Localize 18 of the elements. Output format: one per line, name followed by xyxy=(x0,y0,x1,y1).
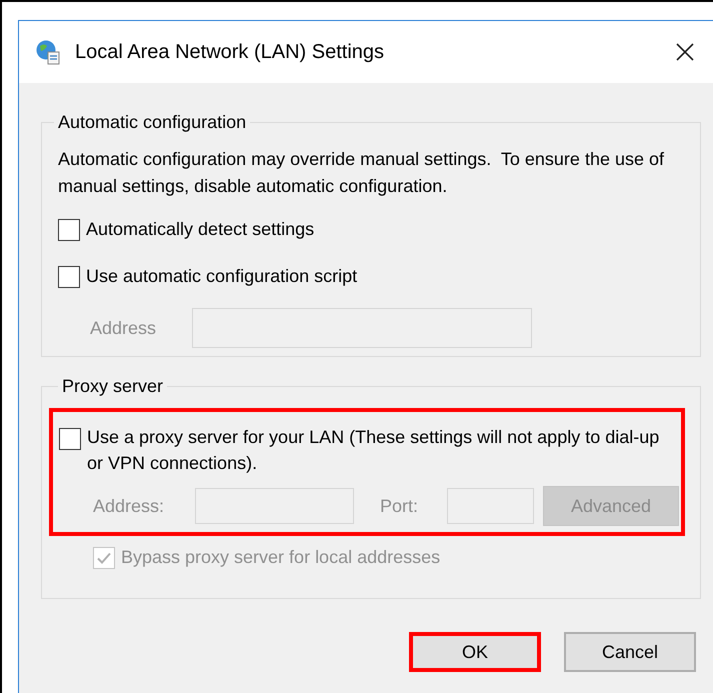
checkbox[interactable] xyxy=(58,266,80,288)
checkbox[interactable] xyxy=(58,218,80,240)
address-label: Address xyxy=(90,316,158,340)
port-label: Port: xyxy=(380,494,420,518)
dialog-button[interactable]: OK xyxy=(409,632,541,672)
group-title: Automatic configuration xyxy=(57,111,248,134)
globe-icon xyxy=(35,39,61,65)
group-title: Proxy server xyxy=(61,375,164,398)
description-text: Automatic configuration may override manual settings. To ensure the use of manual settings, disable automatic configuration. xyxy=(58,148,665,198)
window-title: Local Area Network (LAN) Settings xyxy=(75,40,384,65)
checkbox-label: Use a proxy server for your LAN (These settings will not apply to dial-up or VPN connections). xyxy=(87,426,660,475)
close-icon xyxy=(675,42,695,62)
dialog-button[interactable]: Cancel xyxy=(564,632,696,672)
checkbox-label: Automatically detect settings xyxy=(86,218,314,241)
checkbox[interactable] xyxy=(59,428,81,450)
checkbox-label: Use automatic configuration script xyxy=(86,265,358,288)
address-label: Address: xyxy=(93,494,166,518)
checkbox-label: Bypass proxy server for local addresses xyxy=(121,546,440,569)
